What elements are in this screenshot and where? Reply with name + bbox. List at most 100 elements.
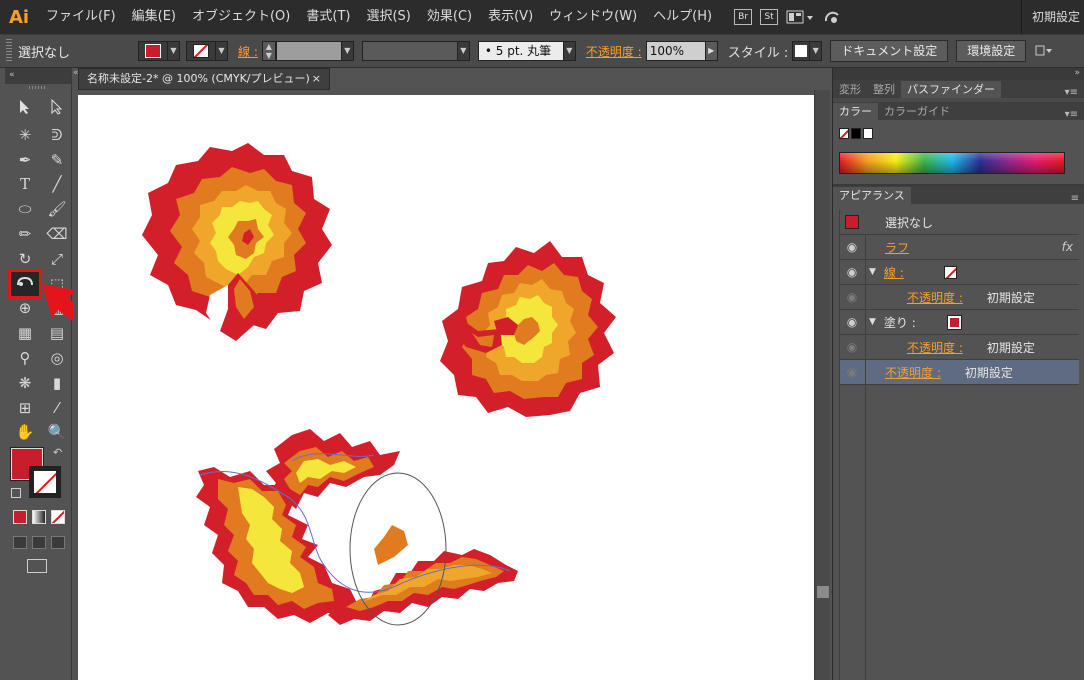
selection-tool-icon[interactable]	[11, 98, 39, 122]
visibility-eye-icon[interactable]: ◉	[839, 290, 865, 304]
stroke-color-button[interactable]	[186, 41, 216, 61]
artboard-tool-icon[interactable]: ⊞	[11, 396, 39, 420]
chevron-down-icon[interactable]: ▼	[341, 41, 354, 61]
stroke-weight-label[interactable]: 線 :	[238, 43, 258, 60]
fill-label[interactable]: 塗り :	[884, 314, 916, 331]
brush-name[interactable]: ラフ	[885, 239, 909, 256]
tab-appearance[interactable]: アピアランス	[833, 187, 911, 204]
menu-help[interactable]: ヘルプ(H)	[645, 0, 720, 34]
pen-tool-icon[interactable]: ✒	[11, 148, 39, 172]
pencil-tool-icon[interactable]: ✏	[11, 222, 39, 246]
chevron-down-icon[interactable]: ▼	[216, 41, 228, 61]
panel-menu-icon[interactable]: ▾≡	[1065, 109, 1084, 120]
appearance-fill-row[interactable]: ◉ ▼ 塗り :	[839, 310, 1079, 335]
menu-type[interactable]: 書式(T)	[298, 0, 358, 34]
workspace-switcher[interactable]: 初期設定	[1020, 0, 1080, 34]
tab-color-guide[interactable]: カラーガイド	[878, 103, 956, 120]
eraser-tool-icon[interactable]: ⌫	[43, 222, 71, 246]
fx-icon[interactable]: fx	[1062, 240, 1073, 254]
visibility-eye-icon[interactable]: ◉	[839, 265, 865, 279]
visibility-eye-icon[interactable]: ◉	[839, 365, 865, 379]
symbol-sprayer-tool-icon[interactable]: ❋	[11, 371, 39, 395]
draw-inside-icon[interactable]	[51, 536, 65, 549]
appearance-stroke-row[interactable]: ◉ ▼ 線 :	[839, 260, 1079, 285]
blend-tool-icon[interactable]: ◎	[43, 346, 71, 370]
stroke-weight-input[interactable]	[275, 41, 342, 61]
stroke-swatch[interactable]	[29, 466, 61, 498]
gpu-performance-icon[interactable]	[822, 9, 842, 25]
chevron-down-icon[interactable]: ▼	[810, 41, 823, 61]
screen-mode-icon[interactable]	[27, 559, 47, 573]
direct-selection-tool-icon[interactable]	[43, 98, 71, 122]
visibility-eye-icon[interactable]: ◉	[839, 340, 865, 354]
preferences-button[interactable]: 環境設定	[956, 40, 1027, 62]
menu-view[interactable]: 表示(V)	[480, 0, 541, 34]
stroke-label[interactable]: 線 :	[884, 264, 904, 281]
draw-behind-icon[interactable]	[32, 536, 46, 549]
chevron-down-icon[interactable]: ▼	[563, 41, 576, 61]
appearance-brush-row[interactable]: ◉ ラフ fx	[839, 235, 1079, 260]
appearance-fill-opacity-row[interactable]: ◉ 不透明度 : 初期設定	[839, 335, 1079, 360]
canvas-area[interactable]	[73, 90, 814, 680]
color-mode-gradient-icon[interactable]	[32, 510, 46, 524]
fill-opacity-label[interactable]: 不透明度 :	[907, 339, 963, 356]
ellipse-tool-icon[interactable]: ⬭	[11, 197, 39, 221]
arrange-documents-icon[interactable]	[786, 9, 814, 25]
zoom-tool-icon[interactable]: 🔍	[43, 420, 71, 444]
hand-tool-icon[interactable]: ✋	[11, 420, 39, 444]
stroke-opacity-label[interactable]: 不透明度 :	[907, 289, 963, 306]
paintbrush-tool-icon[interactable]: 🖌	[43, 197, 71, 221]
document-setup-button[interactable]: ドキュメント設定	[830, 40, 949, 62]
bridge-icon[interactable]: Br	[734, 9, 753, 25]
rough-brush-stroke[interactable]	[196, 429, 518, 626]
scroll-thumb[interactable]	[817, 586, 829, 598]
column-graph-tool-icon[interactable]: ▮	[43, 371, 71, 395]
shape-builder-tool-icon[interactable]: ⊕	[11, 296, 39, 320]
panel-menu-icon[interactable]: ≡	[1071, 193, 1084, 204]
opacity-label[interactable]: 不透明度 :	[586, 43, 642, 60]
appearance-stroke-opacity-row[interactable]: ◉ 不透明度 : 初期設定	[839, 285, 1079, 310]
collapse-toolbar-icon[interactable]: «	[5, 68, 71, 84]
color-mode-color-icon[interactable]	[13, 510, 27, 524]
black-swatch[interactable]	[851, 128, 861, 139]
menu-edit[interactable]: 編集(E)	[124, 0, 184, 34]
color-spectrum[interactable]	[839, 152, 1065, 174]
tab-pathfinder[interactable]: パスファインダー	[901, 81, 1001, 98]
stroke-weight-stepper[interactable]: ▲ ▼	[261, 41, 276, 61]
artboard[interactable]	[78, 95, 814, 680]
menu-select[interactable]: 選択(S)	[358, 0, 418, 34]
default-fill-stroke-icon[interactable]	[11, 488, 21, 498]
magic-wand-tool-icon[interactable]: ✳	[11, 123, 39, 147]
rotate-tool-icon[interactable]: ↻	[11, 247, 39, 271]
stroke-swatch-small[interactable]	[943, 265, 957, 279]
chevron-down-icon[interactable]: ▼	[168, 41, 180, 61]
panel-menu-icon[interactable]: ▾≡	[1065, 87, 1084, 98]
disclosure-triangle-icon[interactable]: ▼	[869, 267, 876, 277]
variable-width-profile[interactable]	[361, 41, 458, 61]
width-tool-icon[interactable]	[8, 268, 42, 299]
white-swatch[interactable]	[863, 128, 873, 139]
artwork[interactable]	[78, 95, 814, 680]
lasso-tool-icon[interactable]: ᕲ	[43, 123, 71, 147]
swirl-right[interactable]	[440, 241, 616, 417]
dock-collapse-icon[interactable]: »	[833, 68, 1084, 80]
disclosure-triangle-icon[interactable]: ▼	[869, 317, 876, 327]
collapse-icon[interactable]: «	[73, 68, 81, 90]
fill-color-button[interactable]	[138, 41, 168, 61]
visibility-eye-icon[interactable]: ◉	[839, 240, 865, 254]
close-icon[interactable]: ×	[312, 69, 321, 89]
menu-window[interactable]: ウィンドウ(W)	[541, 0, 645, 34]
visibility-eye-icon[interactable]: ◉	[839, 315, 865, 329]
opacity-label[interactable]: 不透明度 :	[885, 364, 941, 381]
draw-normal-icon[interactable]	[13, 536, 27, 549]
opacity-input[interactable]: 100%	[645, 41, 706, 61]
tab-color[interactable]: カラー	[833, 103, 878, 120]
chevron-right-icon[interactable]: ▶	[705, 41, 718, 61]
control-grip[interactable]	[6, 39, 12, 63]
fill-swatch-small[interactable]	[946, 314, 962, 330]
tab-transform[interactable]: 変形	[833, 81, 867, 98]
swirl-left[interactable]	[142, 143, 332, 341]
mesh-tool-icon[interactable]: ▦	[11, 321, 39, 345]
vertical-scrollbar[interactable]	[814, 90, 830, 680]
menu-object[interactable]: オブジェクト(O)	[184, 0, 298, 34]
